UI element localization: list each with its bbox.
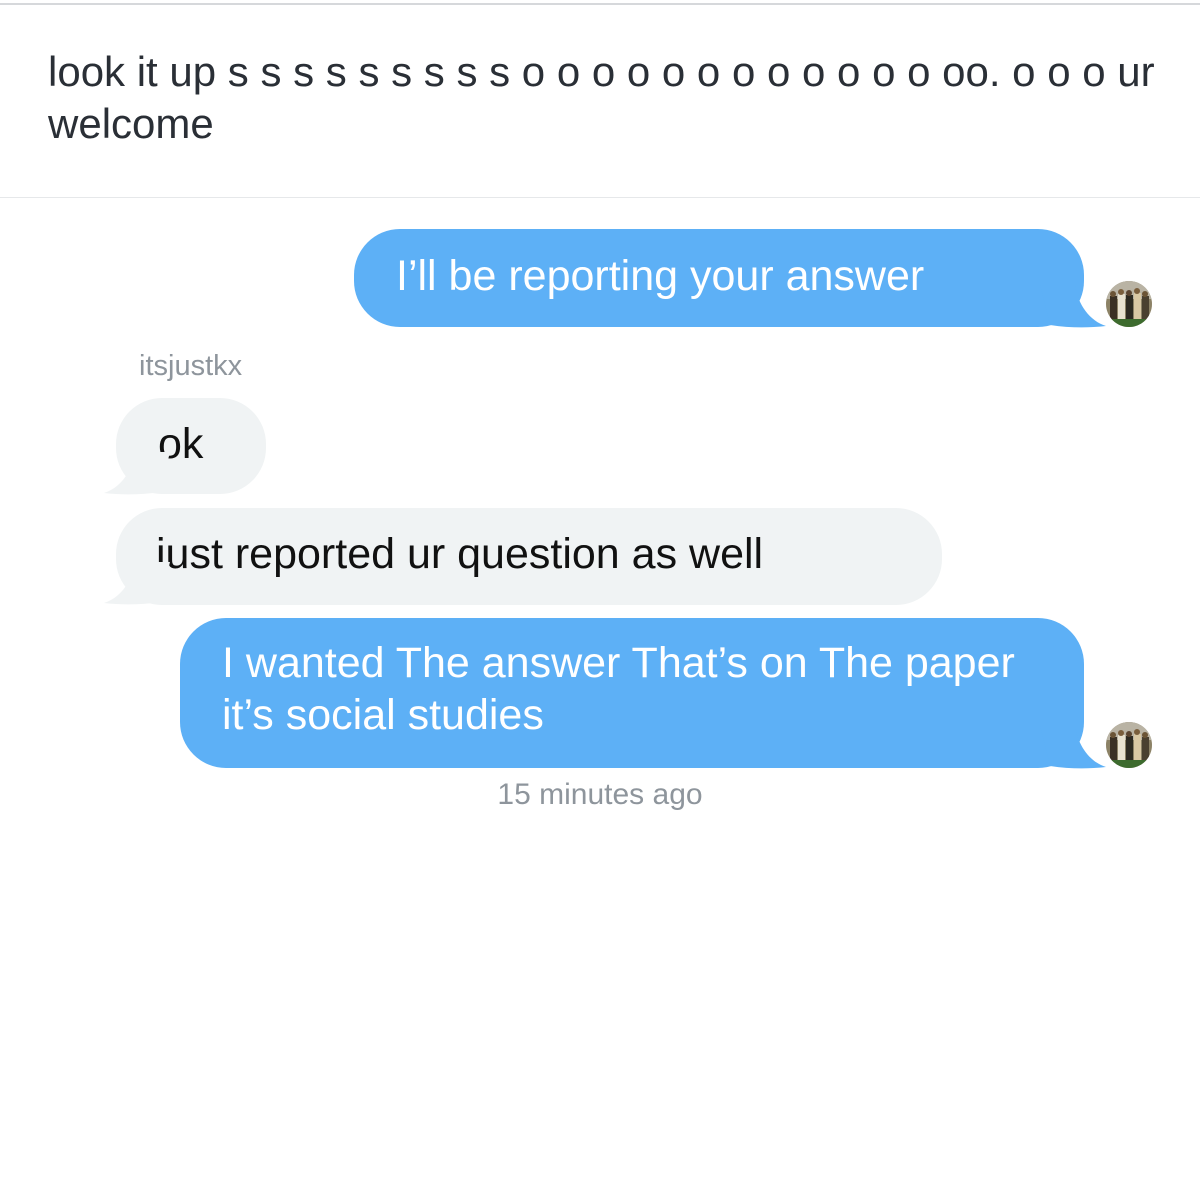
message-text: I wanted The answer That’s on The paper … bbox=[222, 639, 1015, 739]
bubble-tail-incoming bbox=[104, 452, 170, 495]
question-text: look it up s s s s s s s s s o o o o o o… bbox=[48, 48, 1155, 147]
message-bubble-outgoing[interactable]: I wanted The answer That’s on The paper … bbox=[180, 618, 1084, 768]
user-avatar-icon[interactable] bbox=[1106, 722, 1152, 768]
message-text: I’ll be reporting your answer bbox=[396, 252, 925, 300]
top-divider bbox=[0, 3, 1200, 5]
message-text: just reported ur question as well bbox=[156, 530, 764, 578]
message-bubble-outgoing[interactable]: I’ll be reporting your answer bbox=[354, 229, 1084, 327]
header-divider bbox=[0, 197, 1200, 198]
bubble-tail-outgoing bbox=[1040, 285, 1106, 328]
sender-username[interactable]: itsjustkx bbox=[139, 350, 242, 383]
message-bubble-incoming[interactable]: just reported ur question as well bbox=[116, 508, 942, 605]
user-avatar-icon[interactable] bbox=[1106, 281, 1152, 327]
bubble-tail-incoming bbox=[104, 562, 170, 605]
message-timestamp: 15 minutes ago bbox=[497, 778, 703, 811]
chat-screen: look it up s s s s s s s s s o o o o o o… bbox=[0, 0, 1200, 1200]
bubble-tail-outgoing bbox=[1040, 726, 1106, 769]
